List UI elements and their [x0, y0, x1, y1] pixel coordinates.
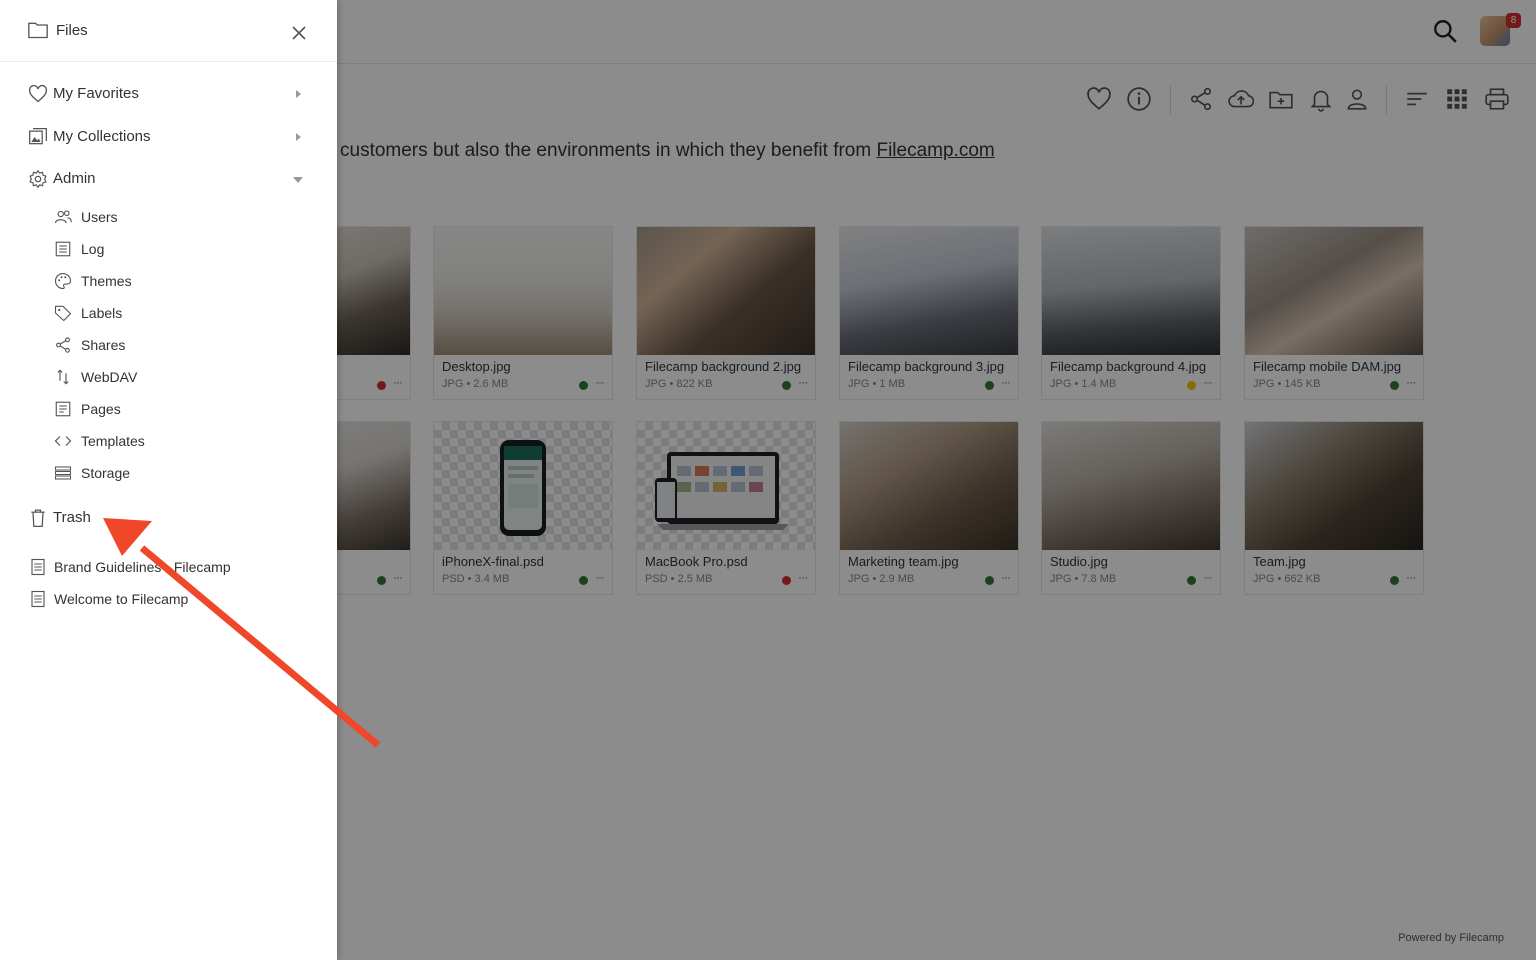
admin-item-label: Shares: [81, 337, 126, 353]
nav-item-admin[interactable]: Admin: [0, 161, 337, 197]
admin-item-storage[interactable]: Storage: [0, 459, 337, 487]
collections-icon: [29, 128, 47, 145]
admin-item-label: WebDAV: [81, 369, 138, 385]
admin-item-label: Labels: [81, 305, 123, 321]
admin-item-pages[interactable]: Pages: [0, 395, 337, 423]
admin-item-label: Log: [81, 241, 105, 257]
log-icon: [55, 241, 71, 257]
admin-item-label: Pages: [81, 401, 121, 417]
nav-item-my-favorites[interactable]: My Favorites: [0, 76, 337, 112]
chevron-right-icon: [296, 133, 301, 141]
admin-item-log[interactable]: Log: [0, 235, 337, 263]
chevron-down-icon: [293, 177, 303, 183]
share-icon: [56, 337, 70, 353]
transfer-icon: [57, 369, 69, 385]
page-item-label: Welcome to Filecamp: [54, 591, 189, 607]
drawer-title: Files: [56, 22, 88, 39]
admin-item-label: Storage: [81, 465, 131, 481]
nav-item-my-collections[interactable]: My Collections: [0, 119, 337, 155]
nav-item-label: Admin: [53, 170, 96, 187]
admin-item-users[interactable]: Users: [0, 203, 337, 231]
chevron-right-icon: [296, 90, 301, 98]
page-item-brand-guidelines[interactable]: Brand Guidelines - Filecamp: [0, 553, 337, 581]
nav-item-label: My Favorites: [53, 85, 139, 102]
page-icon: [31, 590, 45, 608]
page-item-label: Brand Guidelines - Filecamp: [54, 559, 231, 575]
storage-icon: [54, 466, 72, 480]
gear-icon: [29, 170, 47, 188]
admin-item-label: Users: [81, 209, 118, 225]
page-icon: [31, 558, 45, 576]
heart-icon: [28, 84, 48, 103]
palette-icon: [55, 272, 72, 290]
users-icon: [54, 210, 72, 224]
drawer-header: Files: [0, 0, 337, 62]
admin-item-label: Themes: [81, 273, 132, 289]
folder-icon: [28, 22, 48, 39]
page-icon: [55, 401, 71, 417]
admin-item-labels[interactable]: Labels: [0, 299, 337, 327]
side-drawer: Files My Favorites My Collections Admin …: [0, 0, 337, 960]
admin-item-shares[interactable]: Shares: [0, 331, 337, 359]
close-icon[interactable]: [291, 25, 307, 41]
admin-item-templates[interactable]: Templates: [0, 427, 337, 455]
nav-item-label: Trash: [53, 509, 91, 526]
page-item-welcome[interactable]: Welcome to Filecamp: [0, 585, 337, 613]
nav-item-trash[interactable]: Trash: [0, 500, 337, 536]
admin-item-label: Templates: [81, 433, 145, 449]
code-icon: [54, 436, 72, 446]
trash-icon: [31, 509, 45, 527]
nav-item-label: My Collections: [53, 128, 151, 145]
admin-item-themes[interactable]: Themes: [0, 267, 337, 295]
tag-icon: [54, 305, 72, 322]
admin-item-webdav[interactable]: WebDAV: [0, 363, 337, 391]
